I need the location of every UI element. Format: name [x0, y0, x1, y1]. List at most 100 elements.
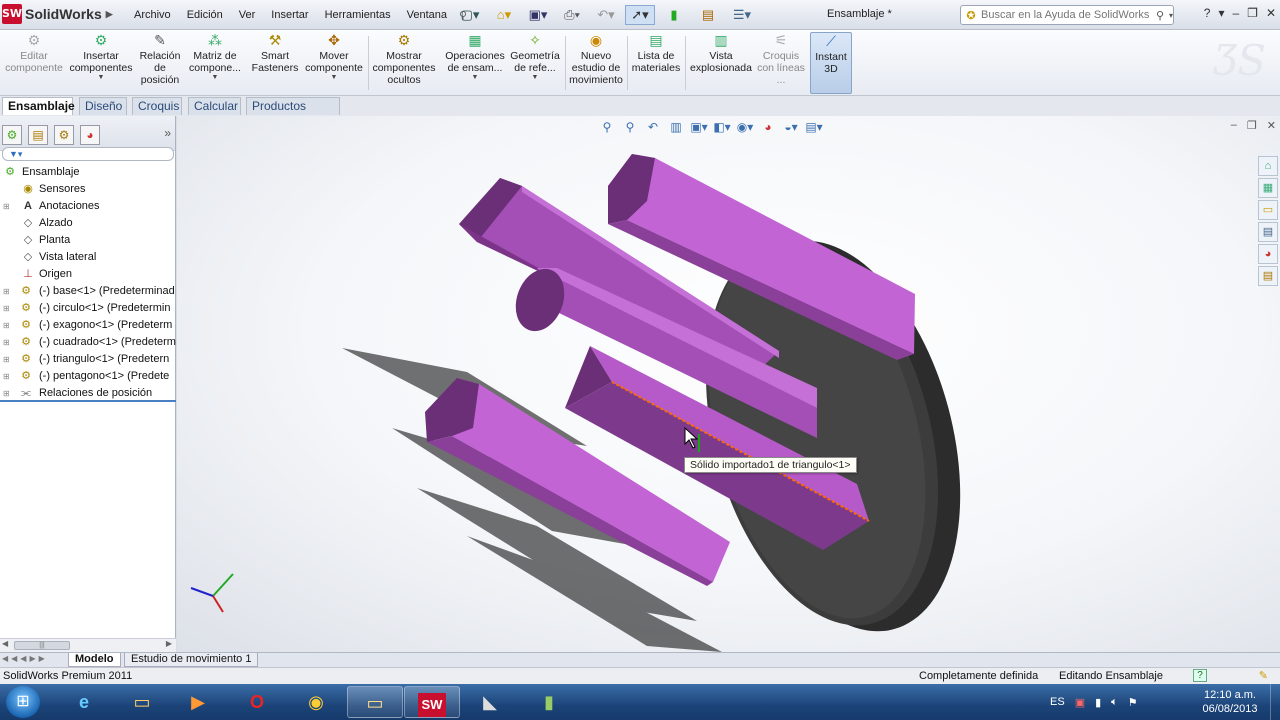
- select-cursor-icon[interactable]: ➚▾: [625, 5, 655, 25]
- tree-item-base[interactable]: ⊞ ⚙ (-) base<1> (Predeterminad: [0, 283, 176, 300]
- geometria-referencia-button[interactable]: ✧ Geometría de refe... ▼: [508, 32, 562, 94]
- close-icon[interactable]: ✕: [1267, 119, 1276, 132]
- horizontal-scrollbar[interactable]: ◀ ||| ▶: [0, 638, 176, 652]
- tree-item-cuadrado[interactable]: ⊞ ⚙ (-) cuadrado<1> (Predeterm: [0, 334, 176, 351]
- assembly-3d-model[interactable]: [177, 116, 1280, 652]
- mover-componente-button[interactable]: ✥ Mover componente ▼: [304, 32, 364, 94]
- options-icon[interactable]: ☰▾: [727, 5, 757, 25]
- folder-window-icon[interactable]: ▭: [347, 686, 403, 718]
- featuremanager-tab-icon[interactable]: ⚙: [2, 125, 22, 145]
- help-icon[interactable]: ?: [1193, 669, 1207, 682]
- edit-appearance-icon[interactable]: ◕: [758, 120, 778, 138]
- view-palette-icon[interactable]: ▤: [1258, 222, 1278, 242]
- start-button[interactable]: ⊞: [6, 686, 40, 718]
- tree-item-alzado[interactable]: ◇ Alzado: [0, 215, 176, 232]
- zoom-to-fit-icon[interactable]: ⚲: [597, 120, 617, 138]
- file-explorer-icon[interactable]: ▭: [1258, 200, 1278, 220]
- recorder-app-icon[interactable]: ▮: [521, 686, 577, 718]
- tree-item-origen[interactable]: ⊥ Origen: [0, 266, 176, 283]
- chevron-down-icon[interactable]: ▾: [1218, 6, 1224, 20]
- vista-explosionada-button[interactable]: ▥ Vista explosionada: [688, 32, 754, 94]
- clock[interactable]: 12:10 a.m. 06/08/2013: [1197, 688, 1263, 716]
- new-document-icon[interactable]: ▢▾: [455, 5, 485, 25]
- menu-ventana[interactable]: Ventana: [399, 9, 455, 21]
- insertar-componentes-button[interactable]: ⚙ Insertar componentes ▼: [68, 32, 134, 94]
- rebuild-icon[interactable]: ▮: [659, 5, 689, 25]
- pin-icon[interactable]: ✎: [1259, 668, 1268, 684]
- custom-properties-icon[interactable]: ▤: [1258, 266, 1278, 286]
- search-input[interactable]: [981, 9, 1151, 21]
- tab-modelo[interactable]: Modelo: [68, 653, 121, 667]
- file-explorer-icon[interactable]: ▭: [114, 686, 170, 718]
- scroll-right-icon[interactable]: ▶: [166, 639, 172, 648]
- close-icon[interactable]: ✕: [1266, 6, 1276, 20]
- expand-icon[interactable]: ⊞: [3, 368, 11, 385]
- search-dropdown-icon[interactable]: ▾: [1169, 11, 1173, 20]
- tab-diseno[interactable]: Diseño: [79, 97, 127, 115]
- tree-root[interactable]: ⚙ Ensamblaje: [0, 164, 176, 181]
- tab-croquis[interactable]: Croquis: [132, 97, 182, 115]
- scroll-left-icon[interactable]: ◀: [2, 639, 8, 648]
- matriz-componentes-button[interactable]: ⁂ Matriz de compone... ▼: [188, 32, 242, 94]
- menu-ver[interactable]: Ver: [231, 9, 264, 21]
- editar-componente-button[interactable]: ⚙ Editar componente: [4, 32, 64, 94]
- displaymanager-tab-icon[interactable]: ◕: [80, 125, 100, 145]
- home-icon[interactable]: ⌂: [1258, 156, 1278, 176]
- tree-item-sensores[interactable]: ◉ Sensores: [0, 181, 176, 198]
- instant-3d-button[interactable]: ⟋ Instant 3D: [810, 32, 852, 94]
- help-icon[interactable]: ?: [1204, 6, 1211, 20]
- graphics-area[interactable]: ⚲ ⚲ ↶ ▥ ▣▾ ◧▾ ◉▾ ◕ ◒▾ ▤▾ ‒ ❐ ✕ ⌂ ▦ ▭ ▤ ◕…: [177, 116, 1280, 652]
- menu-herramientas[interactable]: Herramientas: [317, 9, 399, 21]
- design-library-icon[interactable]: ▦: [1258, 178, 1278, 198]
- open-folder-icon[interactable]: ⌂▾: [489, 5, 519, 25]
- media-player-icon[interactable]: ▶: [170, 686, 226, 718]
- solidworks-logo[interactable]: SW SolidWorks ▶: [2, 3, 120, 25]
- internet-explorer-icon[interactable]: e: [56, 686, 112, 718]
- smart-fasteners-button[interactable]: ⚒ Smart Fasteners: [248, 32, 302, 94]
- expand-icon[interactable]: ⊞: [3, 300, 11, 317]
- opera-icon[interactable]: O: [229, 686, 285, 718]
- chevron-right-double-icon[interactable]: »: [164, 126, 171, 140]
- video-app-icon[interactable]: ◣: [462, 686, 518, 718]
- save-icon[interactable]: ▣▾: [523, 5, 553, 25]
- display-style-icon[interactable]: ◧▾: [712, 120, 732, 138]
- file-properties-icon[interactable]: ▤: [693, 5, 723, 25]
- expand-icon[interactable]: ⊞: [3, 351, 11, 368]
- scroll-thumb[interactable]: |||: [14, 641, 70, 650]
- menu-edicion[interactable]: Edición: [179, 9, 231, 21]
- tab-calcular[interactable]: Calcular: [188, 97, 241, 115]
- print-icon[interactable]: ⎙▾: [557, 5, 587, 25]
- tree-item-circulo[interactable]: ⊞ ⚙ (-) circulo<1> (Predetermin: [0, 300, 176, 317]
- minimize-icon[interactable]: ‒: [1231, 119, 1237, 132]
- search-icon[interactable]: ⚲: [1151, 9, 1169, 22]
- tab-ensamblaje[interactable]: Ensamblaje: [2, 97, 75, 115]
- configurationmanager-tab-icon[interactable]: ⚙: [54, 125, 74, 145]
- filter-field[interactable]: ▼▾: [2, 147, 174, 161]
- apply-scene-icon[interactable]: ◒▾: [781, 120, 801, 138]
- relacion-posicion-button[interactable]: ✎ Relación de posición: [138, 32, 182, 94]
- zoom-to-area-icon[interactable]: ⚲: [620, 120, 640, 138]
- expand-icon[interactable]: ⊞: [3, 317, 11, 334]
- language-indicator[interactable]: ES: [1050, 696, 1065, 708]
- tree-item-exagono[interactable]: ⊞ ⚙ (-) exagono<1> (Predeterm: [0, 317, 176, 334]
- tree-item-anotaciones[interactable]: ⊞ A Anotaciones: [0, 198, 176, 215]
- view-orientation-icon[interactable]: ▣▾: [689, 120, 709, 138]
- expand-icon[interactable]: ⊞: [3, 198, 11, 215]
- tab-navigation-arrows[interactable]: ◀◀◀▶▶: [2, 654, 48, 663]
- operaciones-ensamblaje-button[interactable]: ▦ Operaciones de ensam... ▼: [444, 32, 506, 94]
- croquis-lineas-button[interactable]: ⚟ Croquis con líneas ...: [756, 32, 806, 94]
- expand-icon[interactable]: ⊞: [3, 334, 11, 351]
- previous-view-icon[interactable]: ↶: [643, 120, 663, 138]
- tree-item-triangulo[interactable]: ⊞ ⚙ (-) triangulo<1> (Predetern: [0, 351, 176, 368]
- action-center-icon[interactable]: ⚑: [1128, 696, 1138, 709]
- network-icon[interactable]: ▮: [1095, 696, 1101, 709]
- notification-icon[interactable]: ▣: [1075, 696, 1085, 709]
- nuevo-estudio-movimiento-button[interactable]: ◉ Nuevo estudio de movimiento: [568, 32, 624, 94]
- lista-materiales-button[interactable]: ▤ Lista de materiales: [630, 32, 682, 94]
- tree-item-vista-lateral[interactable]: ◇ Vista lateral: [0, 249, 176, 266]
- undo-icon[interactable]: ↶▾: [591, 5, 621, 25]
- tab-productos-office[interactable]: Productos Office: [246, 97, 340, 130]
- appearances-icon[interactable]: ◕: [1258, 244, 1278, 264]
- section-view-icon[interactable]: ▥: [666, 120, 686, 138]
- restore-icon[interactable]: ❐: [1247, 119, 1257, 132]
